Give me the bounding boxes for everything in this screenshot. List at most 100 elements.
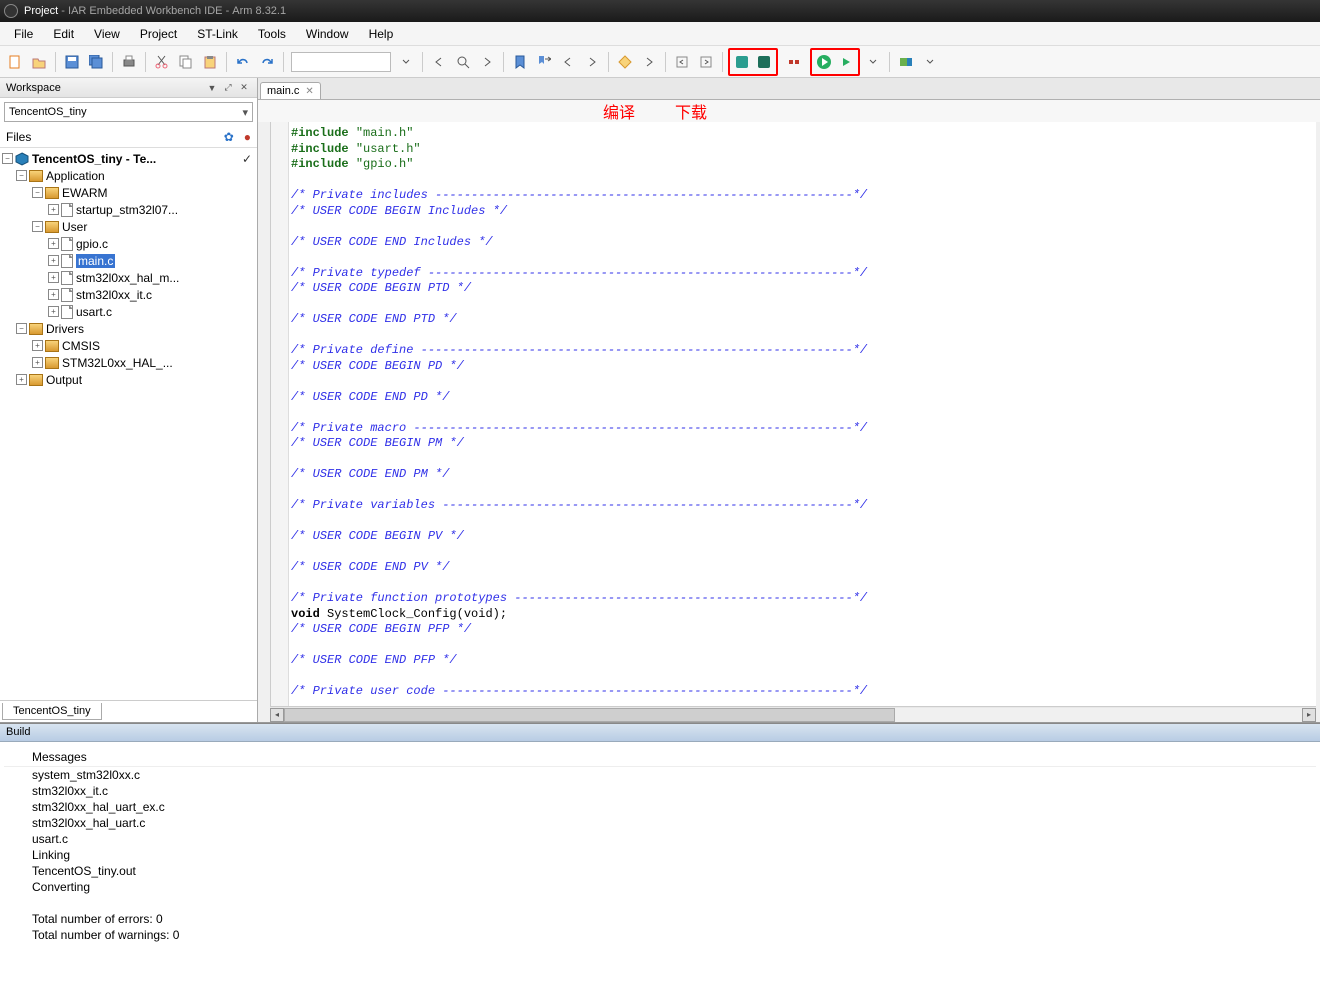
scroll-right-icon[interactable]: ▸ <box>1302 708 1316 722</box>
menu-stlink[interactable]: ST-Link <box>187 24 248 44</box>
workspace-pin-icon[interactable]: ⤢ <box>221 81 235 95</box>
workspace-tab[interactable]: TencentOS_tiny <box>2 703 102 720</box>
code-editor[interactable]: #include "main.h" #include "usart.h" #in… <box>270 122 1316 706</box>
tree-cmsis[interactable]: + CMSIS <box>0 337 257 354</box>
compile-icon[interactable] <box>731 51 753 73</box>
toolbar <box>0 46 1320 78</box>
menu-help[interactable]: Help <box>359 24 404 44</box>
tree-label: Drivers <box>46 322 84 336</box>
tree-hal-m[interactable]: + stm32l0xx_hal_m... <box>0 269 257 286</box>
scroll-left-icon[interactable]: ◂ <box>270 708 284 722</box>
download-debug-icon[interactable] <box>813 51 835 73</box>
expand-icon[interactable]: + <box>48 289 59 300</box>
target-dropdown-icon[interactable] <box>919 51 941 73</box>
files-label: Files <box>6 130 31 144</box>
debug-dropdown-icon[interactable] <box>862 51 884 73</box>
editor-hscrollbar[interactable]: ◂ ▸ <box>270 706 1316 722</box>
close-icon[interactable]: ✕ <box>305 86 313 97</box>
bookmark-toggle-icon[interactable] <box>509 51 531 73</box>
tree-main-c[interactable]: + main.c <box>0 252 257 269</box>
print-icon[interactable] <box>118 51 140 73</box>
save-all-icon[interactable] <box>85 51 107 73</box>
tree-hal[interactable]: + STM32L0xx_HAL_... <box>0 354 257 371</box>
goto-next-icon[interactable] <box>695 51 717 73</box>
tree-label: User <box>62 220 87 234</box>
tree-it-c[interactable]: + stm32l0xx_it.c <box>0 286 257 303</box>
collapse-icon[interactable]: − <box>16 170 27 181</box>
collapse-icon[interactable]: − <box>16 323 27 334</box>
code-content: #include "main.h" #include "usart.h" #in… <box>291 126 1312 700</box>
tree-project-root[interactable]: − TencentOS_tiny - Te... ✓ <box>0 150 257 167</box>
open-icon[interactable] <box>28 51 50 73</box>
folder-icon <box>29 323 43 335</box>
build-output[interactable]: Messages system_stm32l0xx.cstm32l0xx_it.… <box>0 742 1320 983</box>
config-dropdown[interactable]: TencentOS_tiny ▾ <box>4 102 253 122</box>
workspace-dropdown-icon[interactable]: ▼ <box>205 81 219 95</box>
workspace-close-icon[interactable]: ✕ <box>237 81 251 95</box>
build-message <box>4 895 1316 911</box>
title-sep2: - <box>223 5 233 17</box>
menu-project[interactable]: Project <box>130 24 187 44</box>
menu-tools[interactable]: Tools <box>248 24 296 44</box>
expand-icon[interactable]: + <box>16 374 27 385</box>
target-icon[interactable] <box>895 51 917 73</box>
bookmark-next-icon[interactable] <box>533 51 555 73</box>
title-project: Project <box>24 5 58 17</box>
expand-icon[interactable]: + <box>48 272 59 283</box>
nav-back-icon[interactable] <box>557 51 579 73</box>
tree-application[interactable]: − Application <box>0 167 257 184</box>
find-prev-icon[interactable] <box>428 51 450 73</box>
save-icon[interactable] <box>61 51 83 73</box>
copy-icon[interactable] <box>175 51 197 73</box>
redo-icon[interactable] <box>256 51 278 73</box>
title-app: IAR Embedded Workbench IDE <box>68 5 222 17</box>
search-dropdown-icon[interactable] <box>395 51 417 73</box>
title-arm: Arm 8.32.1 <box>232 5 286 17</box>
expand-icon[interactable]: + <box>48 306 59 317</box>
gear-icon[interactable]: ✿ <box>224 130 234 144</box>
new-file-icon[interactable] <box>4 51 26 73</box>
tree-ewarm[interactable]: − EWARM <box>0 184 257 201</box>
collapse-icon[interactable]: − <box>32 221 43 232</box>
expand-icon[interactable]: + <box>48 204 59 215</box>
nav-fwd-icon[interactable] <box>581 51 603 73</box>
toolbar-sep <box>503 52 504 72</box>
undo-icon[interactable] <box>232 51 254 73</box>
find-icon[interactable] <box>452 51 474 73</box>
tree-gpio[interactable]: + gpio.c <box>0 235 257 252</box>
goto-prev-icon[interactable] <box>671 51 693 73</box>
dot-icon[interactable]: ● <box>244 130 251 144</box>
make-icon[interactable] <box>753 51 775 73</box>
step-icon[interactable] <box>638 51 660 73</box>
files-header: Files ✿ ● <box>0 126 257 148</box>
expand-icon[interactable]: + <box>48 255 59 266</box>
paste-icon[interactable] <box>199 51 221 73</box>
editor-tab-main[interactable]: main.c ✕ <box>260 82 321 99</box>
file-tree[interactable]: − TencentOS_tiny - Te... ✓ − Application… <box>0 148 257 700</box>
menu-window[interactable]: Window <box>296 24 359 44</box>
tree-drivers[interactable]: − Drivers <box>0 320 257 337</box>
expand-icon[interactable]: + <box>48 238 59 249</box>
find-next-icon[interactable] <box>476 51 498 73</box>
menu-file[interactable]: File <box>4 24 43 44</box>
tree-user[interactable]: − User <box>0 218 257 235</box>
menu-view[interactable]: View <box>84 24 130 44</box>
breakpoint-icon[interactable] <box>614 51 636 73</box>
toolbar-sep <box>722 52 723 72</box>
cut-icon[interactable] <box>151 51 173 73</box>
debug-nobreak-icon[interactable] <box>835 51 857 73</box>
tree-startup[interactable]: + startup_stm32l07... <box>0 201 257 218</box>
collapse-icon[interactable]: − <box>2 153 13 164</box>
scroll-thumb[interactable] <box>284 708 895 722</box>
build-message: stm32l0xx_hal_uart_ex.c <box>4 799 1316 815</box>
tree-usart[interactable]: + usart.c <box>0 303 257 320</box>
editor-tabs: main.c ✕ <box>258 78 1320 100</box>
search-input[interactable] <box>291 52 391 72</box>
expand-icon[interactable]: + <box>32 340 43 351</box>
expand-icon[interactable]: + <box>32 357 43 368</box>
menu-edit[interactable]: Edit <box>43 24 84 44</box>
tree-output[interactable]: + Output <box>0 371 257 388</box>
stop-build-icon[interactable] <box>783 51 805 73</box>
collapse-icon[interactable]: − <box>32 187 43 198</box>
scroll-track[interactable] <box>284 708 1302 722</box>
